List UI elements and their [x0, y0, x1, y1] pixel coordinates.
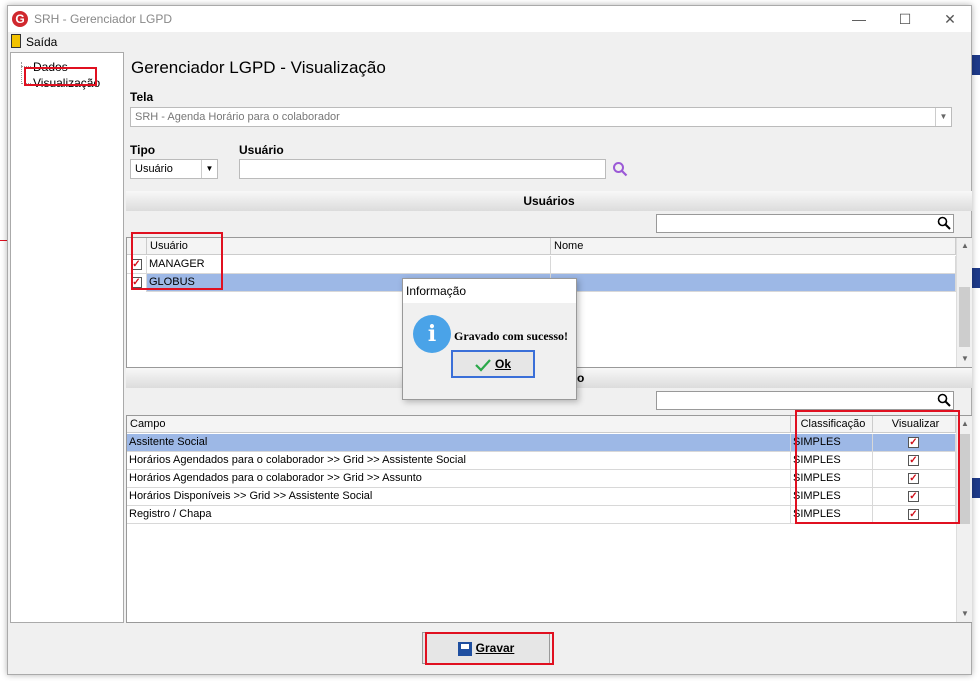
cell-classificacao: SIMPLES — [791, 488, 873, 506]
cell-classificacao: SIMPLES — [791, 452, 873, 470]
cell-campo: Horários Agendados para o colaborador >>… — [127, 452, 791, 470]
fields-grid-header-visualizar[interactable]: Visualizar — [873, 416, 956, 433]
title-bar: G SRH - Gerenciador LGPD — ☐ ✕ — [8, 6, 971, 32]
tree-item-dados[interactable]: Dados — [33, 60, 68, 74]
fields-grid-header-classificacao[interactable]: Classificação — [791, 416, 873, 433]
info-dialog: Informação i Gravado com sucesso! Ok — [402, 278, 577, 400]
row-check-cell: ✓ — [127, 256, 147, 274]
background-window-edge — [972, 478, 980, 498]
background-window-edge — [972, 55, 980, 75]
cell-campo: Registro / Chapa — [127, 506, 791, 524]
cell-classificacao: SIMPLES — [791, 434, 873, 452]
table-row[interactable]: Horários Agendados para o colaborador >>… — [127, 452, 956, 470]
row-check-cell: ✓ — [127, 274, 147, 292]
scroll-thumb[interactable] — [959, 434, 970, 524]
cell-campo: Horários Disponíveis >> Grid >> Assisten… — [127, 488, 791, 506]
cell-visualizar: ✓ — [873, 434, 956, 452]
navigation-tree: Dados Visualização — [10, 52, 124, 623]
save-button[interactable]: Gravar — [422, 632, 550, 664]
search-icon[interactable] — [937, 216, 951, 230]
cell-nome — [551, 274, 956, 292]
floppy-disk-icon — [457, 641, 472, 656]
fields-search-input[interactable] — [656, 391, 954, 410]
table-row[interactable]: ✓ MANAGER — [127, 256, 956, 274]
visualizar-checkbox[interactable]: ✓ — [908, 509, 919, 520]
fields-grid-scrollbar[interactable]: ▲ ▼ — [956, 416, 972, 622]
info-icon: i — [413, 315, 451, 353]
close-button[interactable]: ✕ — [927, 6, 973, 32]
tela-select-value: SRH - Agenda Horário para o colaborador — [135, 111, 340, 123]
search-icon[interactable] — [612, 161, 628, 177]
users-section-header: Usuários — [126, 191, 972, 211]
usuario-label: Usuário — [239, 143, 284, 157]
ok-label: Ok — [494, 357, 511, 371]
checkmark-icon — [475, 359, 491, 372]
dialog-message: Gravado com sucesso! — [454, 329, 568, 343]
chevron-down-icon: ▼ — [935, 108, 951, 126]
menu-bar: Saída — [8, 32, 971, 50]
exit-menu-item[interactable]: Saída — [8, 32, 68, 50]
tipo-label: Tipo — [130, 143, 156, 157]
users-grid-header-usuario[interactable]: Usuário — [147, 238, 551, 255]
chevron-down-icon: ▼ — [201, 160, 217, 178]
tree-connector — [21, 66, 31, 67]
background-window-edge — [972, 268, 980, 288]
scroll-thumb[interactable] — [959, 287, 970, 347]
fields-grid-header-campo[interactable]: Campo — [127, 416, 791, 433]
users-grid-check-header — [127, 238, 147, 255]
visualizar-checkbox[interactable]: ✓ — [908, 455, 919, 466]
save-label: Gravar — [475, 641, 515, 655]
scroll-up-icon[interactable]: ▲ — [957, 238, 973, 254]
fields-grid: Campo Classificação Visualizar Assitente… — [126, 415, 972, 623]
table-row[interactable]: Registro / Chapa SIMPLES ✓ — [127, 506, 956, 524]
exit-label: Saída — [26, 35, 58, 49]
table-row[interactable]: Horários Agendados para o colaborador >>… — [127, 470, 956, 488]
users-grid-scrollbar[interactable]: ▲ ▼ — [956, 238, 972, 367]
tipo-select[interactable]: Usuário ▼ — [130, 159, 218, 179]
visualizar-checkbox[interactable]: ✓ — [908, 473, 919, 484]
tipo-select-value: Usuário — [135, 163, 173, 175]
cell-visualizar: ✓ — [873, 452, 956, 470]
fields-section-title: o — [577, 371, 585, 385]
cell-nome — [551, 256, 956, 274]
row-checkbox[interactable]: ✓ — [131, 259, 142, 270]
cell-visualizar: ✓ — [873, 488, 956, 506]
cell-usuario: MANAGER — [147, 256, 551, 274]
ok-button[interactable]: Ok — [451, 350, 535, 378]
users-grid-header-nome[interactable]: Nome — [551, 238, 956, 255]
scroll-up-icon[interactable]: ▲ — [957, 416, 973, 432]
tree-connector — [21, 83, 31, 84]
table-row[interactable]: Horários Disponíveis >> Grid >> Assisten… — [127, 488, 956, 506]
cell-classificacao: SIMPLES — [791, 470, 873, 488]
tree-item-visualizacao[interactable]: Visualização — [33, 76, 100, 90]
search-icon[interactable] — [937, 393, 951, 407]
minimize-button[interactable]: — — [836, 6, 882, 32]
visualizar-checkbox[interactable]: ✓ — [908, 437, 919, 448]
table-row[interactable]: Assitente Social SIMPLES ✓ — [127, 434, 956, 452]
cell-campo: Assitente Social — [127, 434, 791, 452]
visualizar-checkbox[interactable]: ✓ — [908, 491, 919, 502]
background-window-edge — [0, 240, 7, 241]
exit-door-icon — [11, 34, 21, 48]
users-search-input[interactable] — [656, 214, 954, 233]
maximize-button[interactable]: ☐ — [882, 6, 928, 32]
dialog-title: Informação — [403, 279, 576, 303]
usuario-input[interactable] — [239, 159, 606, 179]
cell-visualizar: ✓ — [873, 506, 956, 524]
app-logo-icon: G — [12, 11, 28, 27]
tela-select[interactable]: SRH - Agenda Horário para o colaborador … — [130, 107, 952, 127]
window-title: SRH - Gerenciador LGPD — [34, 12, 173, 26]
page-title: Gerenciador LGPD - Visualização — [131, 58, 386, 77]
cell-visualizar: ✓ — [873, 470, 956, 488]
scroll-down-icon[interactable]: ▼ — [957, 606, 973, 622]
row-checkbox[interactable]: ✓ — [131, 277, 142, 288]
cell-classificacao: SIMPLES — [791, 506, 873, 524]
scroll-down-icon[interactable]: ▼ — [957, 351, 973, 367]
cell-campo: Horários Agendados para o colaborador >>… — [127, 470, 791, 488]
tela-label: Tela — [130, 90, 154, 104]
